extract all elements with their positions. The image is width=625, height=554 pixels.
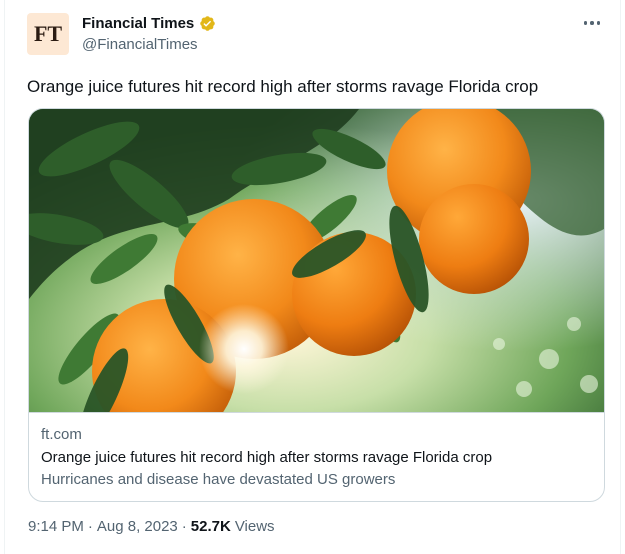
card-divider <box>29 412 604 413</box>
frame-divider-right <box>620 0 621 554</box>
avatar[interactable]: FT <box>27 13 69 55</box>
frame-divider-left <box>4 0 5 554</box>
link-card[interactable]: ft.com Orange juice futures hit record h… <box>28 108 605 502</box>
orange-tree-photo <box>29 109 604 412</box>
verified-badge-icon[interactable] <box>199 15 216 32</box>
card-meta: ft.com Orange juice futures hit record h… <box>41 425 592 491</box>
timestamp-date[interactable]: Aug 8, 2023 <box>97 518 178 535</box>
handle[interactable]: @FinancialTimes <box>82 36 198 53</box>
views-label: Views <box>234 518 275 535</box>
author-name-row: Financial Times <box>82 15 216 32</box>
views-count[interactable]: 52.7K <box>191 518 231 535</box>
tweet-text: Orange juice futures hit record high aft… <box>27 77 539 96</box>
footer-separator: · <box>87 518 93 535</box>
tweet: FT Financial Times @FinancialTimes Orang… <box>0 0 625 554</box>
display-name[interactable]: Financial Times <box>82 15 194 32</box>
card-title: Orange juice futures hit record high aft… <box>41 449 493 466</box>
tweet-footer: 9:14 PM · Aug 8, 2023 · 52.7K Views <box>28 518 275 535</box>
card-description: Hurricanes and disease have devastated U… <box>41 471 396 488</box>
card-domain: ft.com <box>41 426 82 443</box>
footer-separator: · <box>181 518 187 535</box>
timestamp-time[interactable]: 9:14 PM <box>28 518 84 535</box>
more-horizontal-icon[interactable] <box>577 12 607 34</box>
